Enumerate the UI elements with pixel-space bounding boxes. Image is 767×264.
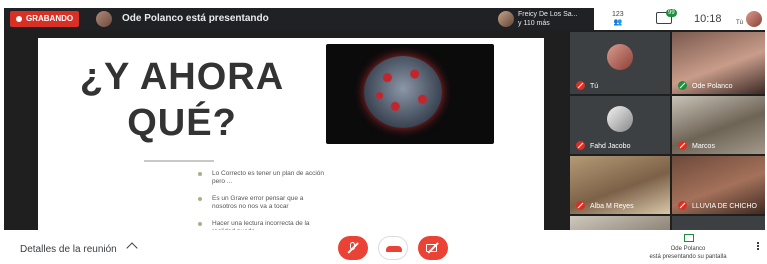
bottom-bar: Detalles de la reunión Ode Polanco está … xyxy=(0,230,767,264)
participant-tile-extra[interactable] xyxy=(672,216,765,230)
slide-title-line2: QUÉ? xyxy=(127,102,237,144)
people-summary[interactable]: Freicy De Los Sa... y 110 más xyxy=(518,10,578,28)
participant-tile-tu[interactable]: Tú xyxy=(570,32,670,94)
mic-off-icon xyxy=(678,201,687,210)
clock: 10:18 xyxy=(694,13,722,25)
avatar xyxy=(607,44,633,70)
self-label: Tú xyxy=(736,20,744,26)
presentation-slide: ¿Y AHORA QUÉ? Lo Correcto es tener un pl… xyxy=(38,38,544,230)
participant-tile-alba[interactable]: Alba M Reyes xyxy=(570,156,670,214)
participant-tile-marcos[interactable]: Marcos xyxy=(672,96,765,154)
mic-off-icon xyxy=(576,81,585,90)
people-more: y 110 más xyxy=(518,20,550,27)
participant-tile-ode[interactable]: Ode Polanco xyxy=(672,32,765,94)
chat-badge: 99 xyxy=(666,9,677,17)
coronavirus-illustration xyxy=(364,56,442,128)
hang-up-icon xyxy=(386,246,402,252)
participant-tile-lluvia[interactable]: LLUVIA DE CHICHO xyxy=(672,156,765,214)
meeting-details-button[interactable]: Detalles de la reunión xyxy=(20,244,117,255)
slide-title: ¿Y AHORA QUÉ? xyxy=(52,54,312,146)
participant-label: Marcos xyxy=(678,141,715,150)
present-icon xyxy=(678,81,687,90)
participant-count: 123 xyxy=(612,11,624,18)
mic-off-icon xyxy=(576,201,585,210)
participant-tile-extra[interactable] xyxy=(570,216,670,230)
top-bar: GRABANDO Ode Polanco está presentando Fr… xyxy=(4,8,765,30)
participant-label: Alba M Reyes xyxy=(576,201,634,210)
presentation-status[interactable]: Ode Polanco está presentando su pantalla xyxy=(628,245,748,261)
leave-call-button[interactable] xyxy=(378,236,408,260)
virus-image xyxy=(326,44,494,144)
mic-toggle-button[interactable] xyxy=(338,236,368,260)
avatar xyxy=(607,106,633,132)
presenter-status: Ode Polanco está presentando xyxy=(122,13,269,24)
bullet-item: Es un Grave error pensar que a nosotros … xyxy=(198,195,328,211)
mic-off-icon xyxy=(576,141,585,150)
camera-toggle-button[interactable] xyxy=(418,236,448,260)
participant-label: Ode Polanco xyxy=(678,81,732,90)
participants-button[interactable]: 123 👥 xyxy=(612,11,624,27)
people-icon: 👥 xyxy=(613,19,623,26)
present-screen-icon[interactable] xyxy=(684,234,694,242)
people-name: Freicy De Los Sa... xyxy=(518,11,578,18)
participant-avatar xyxy=(498,11,514,27)
bullet-item: Hacer una lectura incorrecta de la reali… xyxy=(198,220,328,230)
participant-tile-fahd[interactable]: Fahd Jacobo xyxy=(570,96,670,154)
presenting-status: está presentando su pantalla xyxy=(649,254,727,260)
more-options-icon[interactable] xyxy=(757,242,759,244)
recording-badge: GRABANDO xyxy=(10,11,80,27)
slide-title-line1: ¿Y AHORA xyxy=(79,56,285,98)
participant-label: LLUVIA DE CHICHO xyxy=(678,201,757,210)
meeting-window: GRABANDO Ode Polanco está presentando Fr… xyxy=(4,8,765,230)
chevron-up-icon[interactable] xyxy=(126,242,138,254)
presenter-name: Ode Polanco xyxy=(670,246,706,252)
presenter-avatar xyxy=(96,11,112,27)
bullet-item: Lo Correcto es tener un plan de acción p… xyxy=(198,170,328,186)
participant-label: Tú xyxy=(576,81,598,90)
mic-off-icon xyxy=(678,141,687,150)
self-avatar[interactable] xyxy=(746,11,762,27)
slide-bullets: Lo Correcto es tener un plan de acción p… xyxy=(198,170,328,230)
slide-divider xyxy=(144,160,214,162)
participant-label: Fahd Jacobo xyxy=(576,141,630,150)
